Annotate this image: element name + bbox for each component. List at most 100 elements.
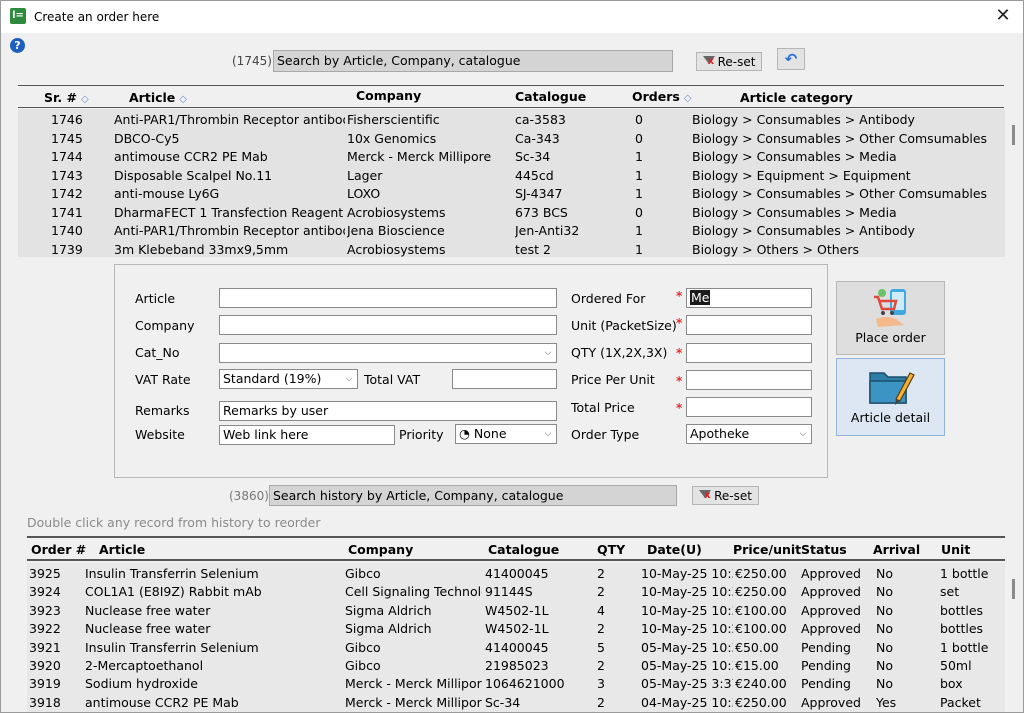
- cell-article: 2-Mercaptoethanol: [85, 658, 204, 673]
- priority-select[interactable]: ◔ None ⌵: [455, 424, 557, 444]
- catno-select[interactable]: ⌵: [219, 343, 557, 363]
- cell-arrival: No: [876, 639, 893, 655]
- col-header-catalogue[interactable]: Catalogue: [515, 89, 586, 104]
- app-logo-icon: l=: [10, 8, 26, 24]
- table-row[interactable]: 3925 Insulin Transferrin Selenium Gibco 414…: [27, 564, 1005, 583]
- table-row[interactable]: 1746 Anti-PAR1/Thrombin Receptor antibody…: [18, 110, 1005, 129]
- article-detail-button[interactable]: Article detail: [836, 358, 945, 436]
- table-row[interactable]: 1741 DharmaFECT 1 Transfection Reagent Acr…: [18, 203, 1005, 222]
- cell-sr: 1741: [51, 204, 83, 220]
- place-order-label: Place order: [855, 330, 926, 345]
- total-price-label: Total Price: [571, 400, 635, 415]
- cell-price: €250.00: [735, 694, 787, 710]
- cell-date: 10-May-25 10:3: [641, 584, 733, 600]
- table-row[interactable]: 3920 2-Mercaptoethanol Gibco 21985023 2 05-Ma…: [27, 656, 1005, 675]
- table-row[interactable]: 1743 Disposable Scalpel No.11 Lager 445cd 1 B…: [18, 166, 1005, 185]
- place-order-button[interactable]: Place order: [836, 281, 945, 355]
- vat-select[interactable]: Standard (19%) ⌵: [219, 369, 358, 389]
- table-row[interactable]: 3922 Nuclease free water Sigma Aldrich W450…: [27, 619, 1005, 638]
- col-header-sr[interactable]: Sr. # ◇: [44, 90, 89, 105]
- history-reset-button[interactable]: x Re-set: [692, 486, 759, 505]
- chevron-down-icon[interactable]: ⌵: [341, 370, 357, 388]
- remarks-field[interactable]: Remarks by user: [219, 401, 557, 421]
- cell-catalogue: Ca-343: [515, 130, 560, 146]
- cell-article: 3m Klebeband 33mx9,5mm: [114, 241, 289, 257]
- chevron-down-icon[interactable]: ⌵: [540, 425, 556, 443]
- cell-order: 3924: [29, 584, 61, 600]
- col-header-status[interactable]: Status: [801, 542, 847, 557]
- cell-catalogue: 21985023: [485, 658, 549, 673]
- vat-label: VAT Rate: [135, 372, 191, 387]
- table-row[interactable]: 3923 Nuclease free water Sigma Aldrich W450…: [27, 601, 1005, 620]
- table-row[interactable]: 3918 antimouse CCR2 PE Mab Merck - Merck M…: [27, 693, 1005, 712]
- help-icon[interactable]: ?: [10, 38, 25, 53]
- col-header-h-catalogue[interactable]: Catalogue: [488, 542, 559, 557]
- cell-sr: 1743: [51, 167, 83, 183]
- articles-grid[interactable]: 1746 Anti-PAR1/Thrombin Receptor antibody…: [18, 109, 1005, 257]
- table-row[interactable]: 1742 anti-mouse Ly6G LOXO SJ-4347 1 Biology >…: [18, 184, 1005, 203]
- undo-button[interactable]: ↶: [777, 48, 805, 70]
- col-header-h-company[interactable]: Company: [348, 542, 413, 557]
- cell-status: Pending: [801, 639, 851, 655]
- table-row[interactable]: 3924 COL1A1 (E8I9Z) Rabbit mAb Cell Signal…: [27, 582, 1005, 601]
- order-type-select[interactable]: Apotheke ⌵: [686, 424, 812, 444]
- col-header-order[interactable]: Order #: [31, 542, 86, 557]
- cell-company: Gibco: [345, 639, 381, 655]
- sort-icon[interactable]: ◇: [684, 93, 692, 104]
- table-row[interactable]: 1740 Anti-PAR1/Thrombin Receptor antibody…: [18, 221, 1005, 240]
- col-header-qty[interactable]: QTY: [597, 542, 625, 557]
- table-row[interactable]: 1744 antimouse CCR2 PE Mab Merck - Merck M…: [18, 147, 1005, 166]
- col-header-arrival[interactable]: Arrival: [873, 542, 920, 557]
- ordered-for-field[interactable]: Me: [686, 288, 812, 308]
- history-search-input[interactable]: Search history by Article, Company, cata…: [269, 485, 677, 506]
- website-field[interactable]: Web link here: [219, 425, 395, 445]
- sort-icon[interactable]: ◇: [81, 94, 89, 105]
- close-icon[interactable]: ✕: [991, 5, 1015, 27]
- total-vat-field[interactable]: [452, 369, 557, 389]
- cell-company: Merck - Merck Millipore: [345, 676, 482, 692]
- article-reset-button[interactable]: x Re-set: [696, 52, 762, 71]
- cell-article: anti-mouse Ly6G: [114, 186, 220, 201]
- col-header-price[interactable]: Price/unit: [733, 542, 801, 557]
- cell-catalogue: 673 BCS: [515, 204, 568, 220]
- col-header-date[interactable]: Date(U): [647, 542, 702, 557]
- cell-qty: 4: [597, 602, 605, 618]
- cell-sr: 1739: [51, 241, 83, 257]
- cell-catalogue: Sc-34: [485, 694, 521, 710]
- col-header-h-article[interactable]: Article: [99, 542, 145, 557]
- qty-field[interactable]: [686, 343, 812, 363]
- col-header-category[interactable]: Article category: [740, 90, 853, 105]
- price-unit-field[interactable]: [686, 370, 812, 390]
- cell-qty: 2: [597, 621, 605, 637]
- history-scrollbar-thumb[interactable]: [1012, 579, 1015, 599]
- col-header-company[interactable]: Company: [356, 88, 421, 103]
- cell-catalogue: W4502-1L: [485, 602, 549, 618]
- history-grid[interactable]: 3925 Insulin Transferrin Selenium Gibco 414…: [27, 563, 1005, 712]
- cell-article: COL1A1 (E8I9Z) Rabbit mAb: [85, 584, 262, 600]
- cell-date: 10-May-25 10:3: [641, 602, 733, 618]
- unit-field[interactable]: [686, 315, 812, 335]
- article-search-input[interactable]: Search by Article, Company, catalogue: [273, 50, 673, 72]
- history-reset-label: Re-set: [714, 488, 752, 503]
- chevron-down-icon[interactable]: ⌵: [795, 425, 811, 443]
- table-row[interactable]: 3921 Insulin Transferrin Selenium Gibco 414…: [27, 638, 1005, 657]
- col-header-unit[interactable]: Unit: [941, 542, 970, 557]
- col-header-orders[interactable]: Orders ◇: [632, 89, 692, 104]
- table-row[interactable]: 1739 3m Klebeband 33mx9,5mm Acrobiosystems…: [18, 240, 1005, 258]
- cell-category: Biology > Consumables > Other Comsumable…: [692, 186, 988, 201]
- cell-article: Disposable Scalpel No.11: [114, 167, 273, 183]
- sort-icon[interactable]: ◇: [179, 94, 187, 105]
- table-row[interactable]: 1745 DBCO-Cy5 10x Genomics Ca-343 0 Biology >…: [18, 129, 1005, 148]
- company-field[interactable]: [219, 315, 557, 335]
- history-hint: Double click any record from history to …: [27, 515, 321, 530]
- table-row[interactable]: 3919 Sodium hydroxide Merck - Merck Millip…: [27, 674, 1005, 693]
- article-field[interactable]: [219, 288, 557, 308]
- cell-unit: 1 bottle: [940, 566, 989, 581]
- col-header-article[interactable]: Article ◇: [129, 90, 187, 105]
- chevron-down-icon[interactable]: ⌵: [540, 344, 556, 362]
- total-price-field[interactable]: [686, 397, 812, 417]
- article-label: Article: [135, 291, 176, 306]
- articles-scrollbar-thumb[interactable]: [1012, 125, 1015, 145]
- cell-catalogue: 1064621000: [485, 676, 565, 692]
- cell-orders: 1: [635, 186, 643, 201]
